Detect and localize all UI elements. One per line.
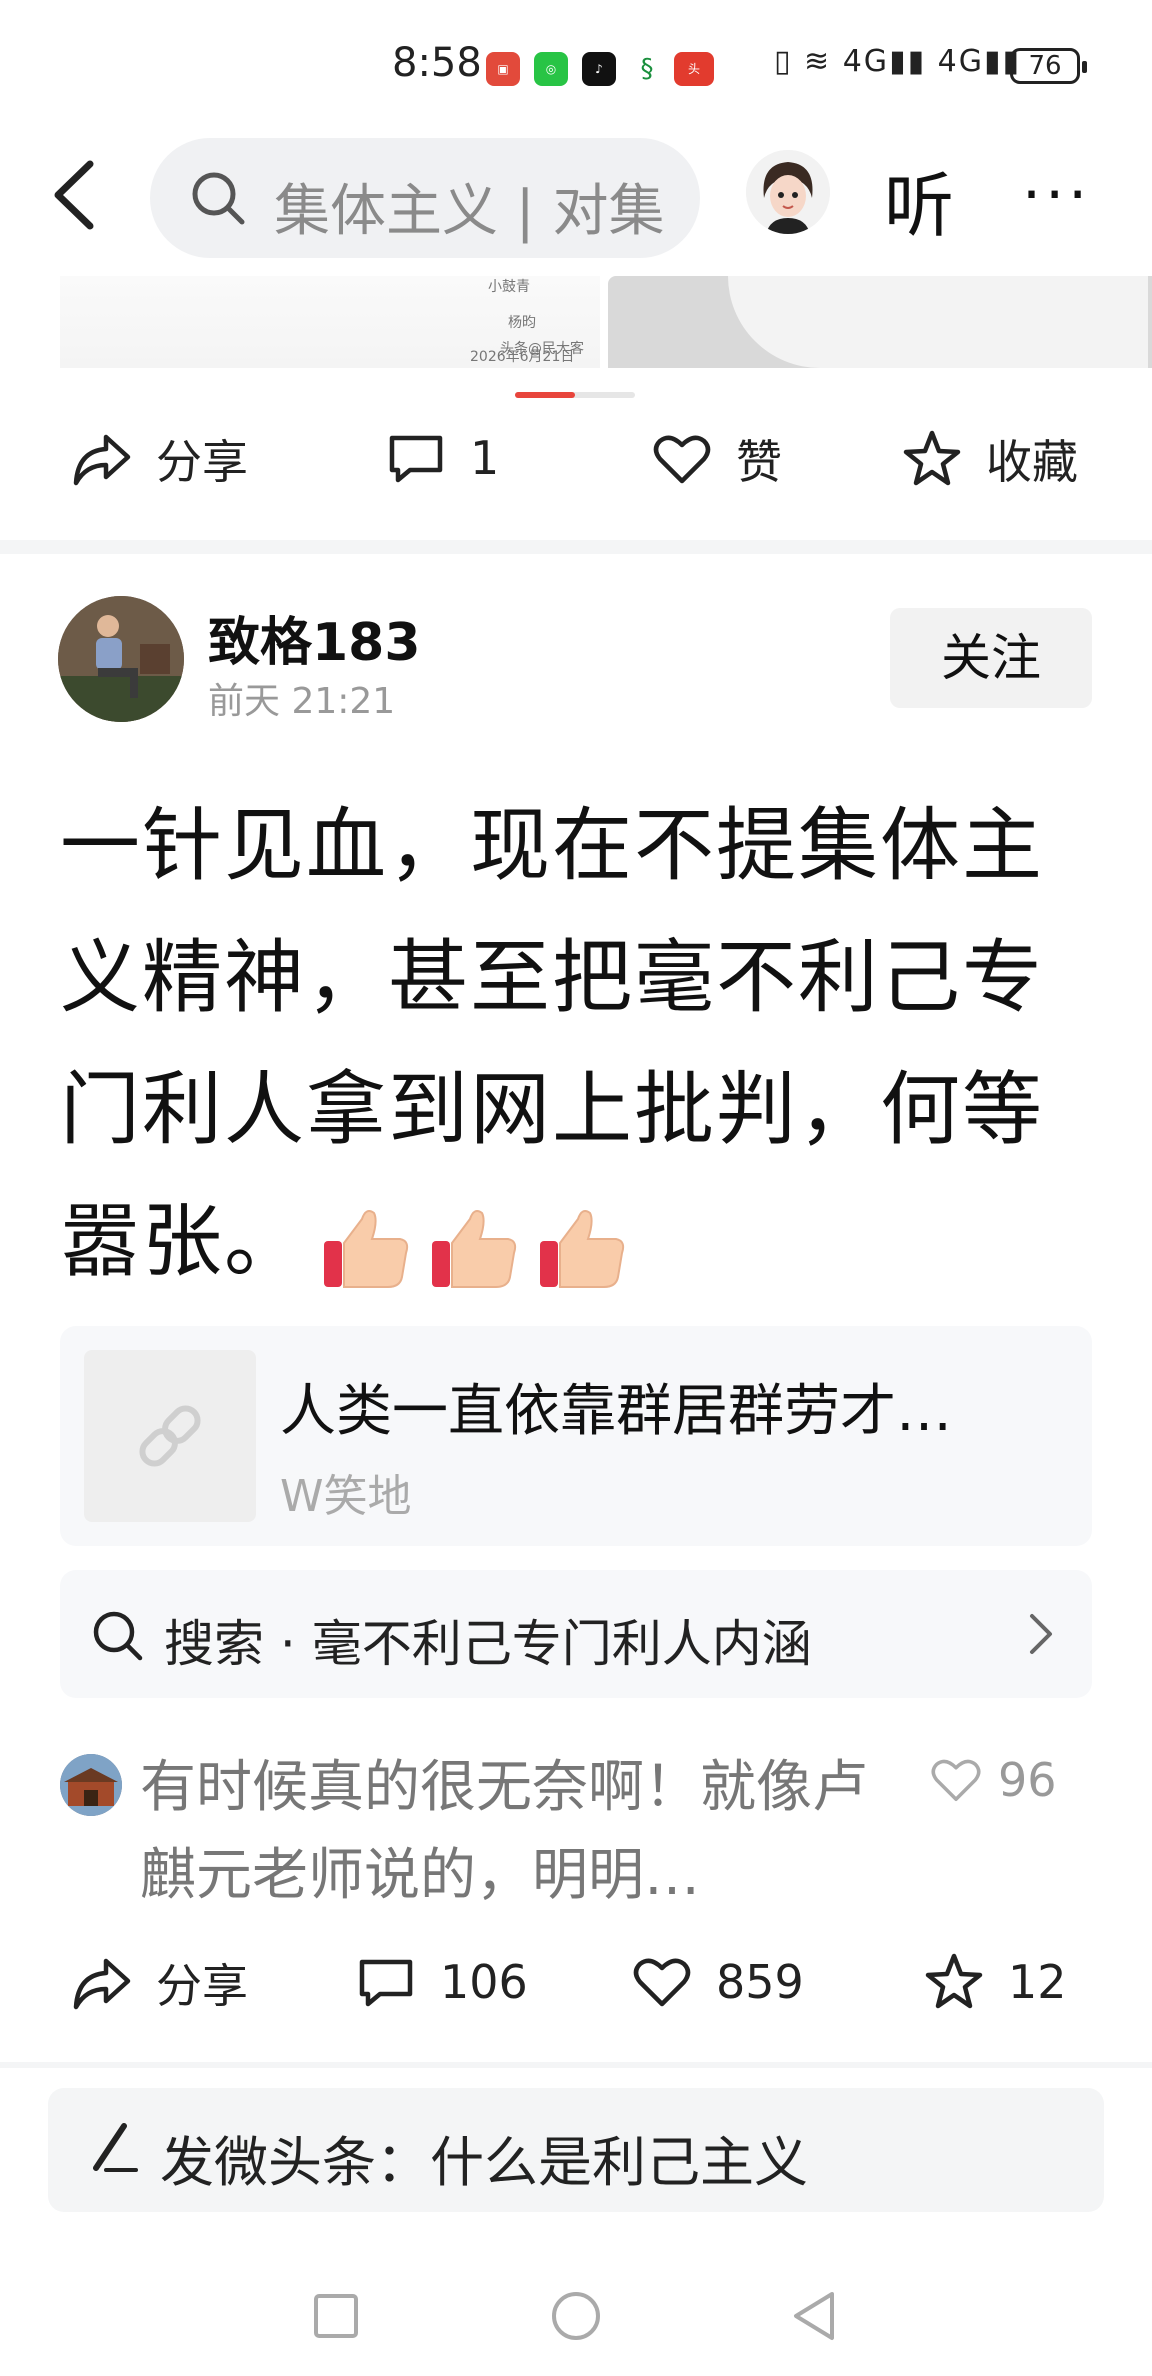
image-caption: 2026年6月21日 [470, 349, 575, 365]
star-icon [903, 430, 961, 486]
signal-icons: ▯ ≋ 4G▮▮ 4G▮▮ [774, 44, 1021, 79]
link-card[interactable]: 人类一直依靠群居群劳才… W笑地 [60, 1326, 1092, 1546]
heart-icon [653, 435, 711, 484]
comment-like-count: 96 [998, 1753, 1057, 1807]
author-avatar[interactable] [58, 596, 184, 722]
share-icon [73, 1958, 131, 2010]
section-divider [0, 540, 1152, 554]
link-icon [139, 1405, 201, 1467]
home-button[interactable] [550, 2290, 602, 2342]
post-image-carousel[interactable]: 小鼓青 杨昀 头条@民大客 2026年6月21日 [60, 276, 1152, 368]
back-button[interactable] [44, 150, 114, 250]
image-caption: 小鼓青 [488, 279, 530, 295]
toutiao-app-icon: 头 [674, 52, 714, 86]
search-icon [192, 172, 245, 225]
favorite-button[interactable]: 收藏 [900, 426, 1078, 492]
related-search[interactable]: 搜索 · 毫不利己专门利人内涵 [60, 1570, 1092, 1698]
comment-icon [389, 435, 443, 483]
listen-button[interactable]: 听 [884, 150, 954, 251]
share-button[interactable]: 分享 [70, 426, 248, 492]
recent-apps-button[interactable] [312, 2292, 360, 2340]
like-button[interactable]: 859 [630, 1950, 804, 2014]
favorite-count: 12 [1008, 1955, 1067, 2009]
compose-bar[interactable]: 发微头条：什么是利己主义 [48, 2088, 1104, 2212]
section-divider [0, 2062, 1152, 2068]
related-search-text: 搜索 · 毫不利己专门利人内涵 [164, 1615, 812, 1673]
chevron-right-icon [1030, 1614, 1052, 1654]
battery-icon: 76 [1010, 48, 1087, 84]
share-label: 分享 [156, 435, 248, 489]
back-nav-button[interactable] [790, 2290, 838, 2342]
huawei-app-icon: ▣ [486, 52, 520, 86]
tiktok-app-icon: ♪ [582, 52, 616, 86]
like-count: 859 [716, 1955, 804, 2009]
chevron-left-icon [54, 160, 94, 230]
comment-count: 106 [440, 1955, 528, 2009]
like-label: 赞 [736, 435, 782, 489]
mobile-service-app-icon: § [630, 52, 664, 86]
system-nav-bar [0, 2270, 1152, 2376]
link-thumbnail [84, 1350, 256, 1522]
post-content: 一针见血，现在不提集体主义精神，甚至把毫不利己专门利人拿到网上批判，何等嚣张。 [60, 780, 1100, 1308]
person-photo-icon [58, 596, 184, 722]
user-avatar[interactable] [746, 150, 830, 234]
comment-icon [359, 1959, 413, 2007]
search-query: 集体主义 | 对集 [274, 179, 665, 244]
search-icon [93, 1611, 143, 1661]
comment-like-button[interactable]: 96 [928, 1752, 1057, 1808]
carousel-indicator [515, 392, 635, 398]
favorite-button[interactable]: 12 [922, 1950, 1067, 2014]
link-title: 人类一直依靠群居群劳才… [280, 1379, 952, 1444]
author-name[interactable]: 致格183 [208, 600, 421, 675]
thumbs-up-icon [318, 1199, 414, 1295]
like-button[interactable]: 赞 [650, 426, 782, 492]
thumbs-up-icon [534, 1199, 630, 1295]
compose-prompt: 发微头条：什么是利己主义 [160, 2131, 808, 2194]
comment-button[interactable]: 1 [384, 426, 499, 490]
wechat-app-icon: ◎ [534, 52, 568, 86]
share-label: 分享 [156, 1959, 248, 2013]
gate-photo-icon [60, 1754, 122, 1816]
share-icon [73, 434, 131, 486]
favorite-label: 收藏 [986, 435, 1078, 489]
share-button[interactable]: 分享 [70, 1950, 248, 2016]
carousel-image-left: 小鼓青 杨昀 头条@民大客 2026年6月21日 [60, 276, 600, 368]
thumbs-up-icon [426, 1199, 522, 1295]
image-caption: 杨昀 [508, 315, 536, 331]
star-icon [925, 1953, 983, 2009]
comment-count: 1 [470, 431, 500, 485]
more-button[interactable]: ··· [1022, 160, 1091, 230]
heart-icon [931, 1759, 981, 1801]
commenter-avatar[interactable] [60, 1754, 122, 1816]
top-comment-text[interactable]: 有时候真的很无奈啊！就像卢麒元老师说的，明明… [140, 1744, 900, 1920]
carousel-image-right [608, 276, 1152, 368]
status-bar: 8:58 ▣ ◎ ♪ § 头 ▯ ≋ 4G▮▮ 4G▮▮ 76 [0, 0, 1152, 130]
link-source: W笑地 [280, 1471, 412, 1522]
post-time: 前天 21:21 [208, 681, 396, 722]
follow-button[interactable]: 关注 [890, 608, 1092, 708]
comment-button[interactable]: 106 [354, 1950, 528, 2014]
status-time: 8:58 [392, 40, 482, 86]
cartoon-avatar-icon [746, 150, 830, 234]
heart-icon [633, 1958, 691, 2007]
search-box[interactable]: 集体主义 | 对集 [150, 138, 700, 258]
pen-icon [93, 2123, 138, 2172]
